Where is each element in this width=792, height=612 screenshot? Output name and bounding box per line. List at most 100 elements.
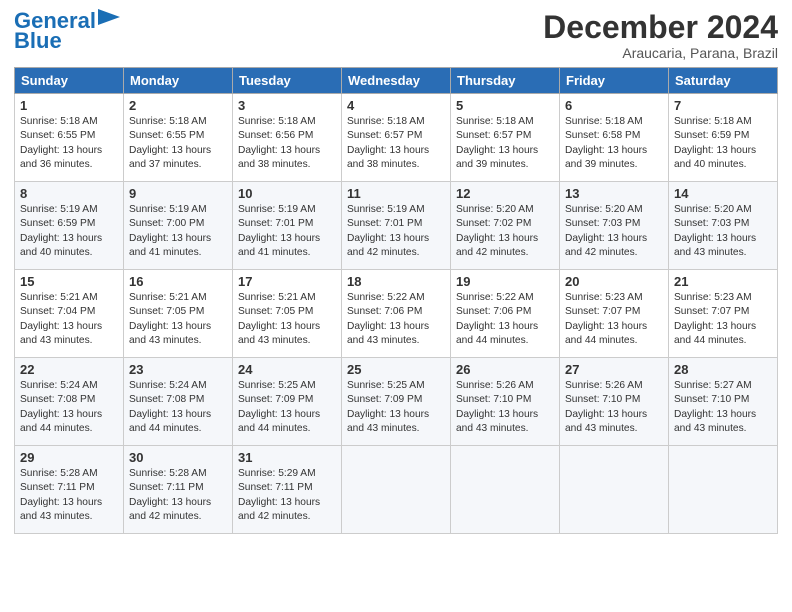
cell-info: Sunrise: 5:19 AM Sunset: 7:01 PM Dayligh… [347, 203, 445, 260]
day-number: 12 [456, 186, 554, 201]
cell-info: Sunrise: 5:18 AM Sunset: 6:56 PM Dayligh… [238, 115, 336, 172]
day-number: 28 [674, 362, 772, 377]
cell-info: Sunrise: 5:28 AM Sunset: 7:11 PM Dayligh… [20, 467, 118, 524]
table-row: 13 Sunrise: 5:20 AM Sunset: 7:03 PM Dayli… [560, 182, 669, 270]
cell-info: Sunrise: 5:25 AM Sunset: 7:09 PM Dayligh… [347, 379, 445, 436]
location: Araucaria, Parana, Brazil [543, 45, 778, 61]
cell-info: Sunrise: 5:19 AM Sunset: 7:01 PM Dayligh… [238, 203, 336, 260]
day-number: 23 [129, 362, 227, 377]
col-monday: Monday [124, 68, 233, 94]
cell-info: Sunrise: 5:18 AM Sunset: 6:58 PM Dayligh… [565, 115, 663, 172]
month-title: December 2024 [543, 10, 778, 45]
table-row: 8 Sunrise: 5:19 AM Sunset: 6:59 PM Daylig… [15, 182, 124, 270]
cell-info: Sunrise: 5:19 AM Sunset: 6:59 PM Dayligh… [20, 203, 118, 260]
table-row: 24Sunrise: 5:25 AM Sunset: 7:09 PM Dayli… [233, 358, 342, 446]
calendar-header-row: Sunday Monday Tuesday Wednesday Thursday… [15, 68, 778, 94]
table-row: 23Sunrise: 5:24 AM Sunset: 7:08 PM Dayli… [124, 358, 233, 446]
page-container: General Blue December 2024 Araucaria, Pa… [0, 0, 792, 544]
table-row: 1 Sunrise: 5:18 AM Sunset: 6:55 PM Daylig… [15, 94, 124, 182]
table-row: 6 Sunrise: 5:18 AM Sunset: 6:58 PM Daylig… [560, 94, 669, 182]
day-number: 4 [347, 98, 445, 113]
table-row [669, 446, 778, 534]
table-row: 14 Sunrise: 5:20 AM Sunset: 7:03 PM Dayli… [669, 182, 778, 270]
day-number: 13 [565, 186, 663, 201]
table-row: 18 Sunrise: 5:22 AM Sunset: 7:06 PM Dayli… [342, 270, 451, 358]
table-row: 17 Sunrise: 5:21 AM Sunset: 7:05 PM Dayli… [233, 270, 342, 358]
cell-info: Sunrise: 5:18 AM Sunset: 6:57 PM Dayligh… [347, 115, 445, 172]
day-number: 1 [20, 98, 118, 113]
col-sunday: Sunday [15, 68, 124, 94]
cell-info: Sunrise: 5:20 AM Sunset: 7:02 PM Dayligh… [456, 203, 554, 260]
day-number: 27 [565, 362, 663, 377]
day-number: 11 [347, 186, 445, 201]
logo: General Blue [14, 10, 120, 54]
day-number: 5 [456, 98, 554, 113]
day-number: 6 [565, 98, 663, 113]
day-number: 2 [129, 98, 227, 113]
table-row: 19Sunrise: 5:22 AM Sunset: 7:06 PM Dayli… [451, 270, 560, 358]
day-number: 30 [129, 450, 227, 465]
cell-info: Sunrise: 5:23 AM Sunset: 7:07 PM Dayligh… [674, 291, 772, 348]
table-row: 10 Sunrise: 5:19 AM Sunset: 7:01 PM Dayli… [233, 182, 342, 270]
day-number: 14 [674, 186, 772, 201]
day-number: 3 [238, 98, 336, 113]
cell-info: Sunrise: 5:22 AM Sunset: 7:06 PM Dayligh… [347, 291, 445, 348]
day-number: 20 [565, 274, 663, 289]
cell-info: Sunrise: 5:20 AM Sunset: 7:03 PM Dayligh… [565, 203, 663, 260]
cell-info: Sunrise: 5:18 AM Sunset: 6:55 PM Dayligh… [20, 115, 118, 172]
day-number: 17 [238, 274, 336, 289]
table-row [342, 446, 451, 534]
table-row: 15 Sunrise: 5:21 AM Sunset: 7:04 PM Dayli… [15, 270, 124, 358]
table-row: 28 Sunrise: 5:27 AM Sunset: 7:10 PM Dayli… [669, 358, 778, 446]
table-row: 22Sunrise: 5:24 AM Sunset: 7:08 PM Dayli… [15, 358, 124, 446]
table-row: 9 Sunrise: 5:19 AM Sunset: 7:00 PM Daylig… [124, 182, 233, 270]
day-number: 31 [238, 450, 336, 465]
day-number: 8 [20, 186, 118, 201]
table-row: 4 Sunrise: 5:18 AM Sunset: 6:57 PM Daylig… [342, 94, 451, 182]
table-row: 26Sunrise: 5:26 AM Sunset: 7:10 PM Dayli… [451, 358, 560, 446]
header: General Blue December 2024 Araucaria, Pa… [14, 10, 778, 61]
day-number: 19 [456, 274, 554, 289]
calendar-table: Sunday Monday Tuesday Wednesday Thursday… [14, 67, 778, 534]
table-row: 16 Sunrise: 5:21 AM Sunset: 7:05 PM Dayli… [124, 270, 233, 358]
day-number: 29 [20, 450, 118, 465]
table-row: 25 Sunrise: 5:25 AM Sunset: 7:09 PM Dayli… [342, 358, 451, 446]
col-thursday: Thursday [451, 68, 560, 94]
cell-info: Sunrise: 5:29 AM Sunset: 7:11 PM Dayligh… [238, 467, 336, 524]
logo-arrow-icon [98, 9, 120, 25]
day-number: 21 [674, 274, 772, 289]
calendar-body: 1 Sunrise: 5:18 AM Sunset: 6:55 PM Daylig… [15, 94, 778, 534]
cell-info: Sunrise: 5:18 AM Sunset: 6:55 PM Dayligh… [129, 115, 227, 172]
day-number: 18 [347, 274, 445, 289]
table-row [451, 446, 560, 534]
cell-info: Sunrise: 5:28 AM Sunset: 7:11 PM Dayligh… [129, 467, 227, 524]
table-row [560, 446, 669, 534]
day-number: 22 [20, 362, 118, 377]
cell-info: Sunrise: 5:18 AM Sunset: 6:59 PM Dayligh… [674, 115, 772, 172]
table-row: 29 Sunrise: 5:28 AM Sunset: 7:11 PM Dayli… [15, 446, 124, 534]
cell-info: Sunrise: 5:19 AM Sunset: 7:00 PM Dayligh… [129, 203, 227, 260]
logo-blue-label: Blue [14, 28, 62, 54]
table-row: 21 Sunrise: 5:23 AM Sunset: 7:07 PM Dayli… [669, 270, 778, 358]
day-number: 25 [347, 362, 445, 377]
table-row: 20Sunrise: 5:23 AM Sunset: 7:07 PM Dayli… [560, 270, 669, 358]
day-number: 9 [129, 186, 227, 201]
title-block: December 2024 Araucaria, Parana, Brazil [543, 10, 778, 61]
table-row: 31 Sunrise: 5:29 AM Sunset: 7:11 PM Dayli… [233, 446, 342, 534]
day-number: 15 [20, 274, 118, 289]
table-row: 12 Sunrise: 5:20 AM Sunset: 7:02 PM Dayli… [451, 182, 560, 270]
cell-info: Sunrise: 5:21 AM Sunset: 7:05 PM Dayligh… [129, 291, 227, 348]
cell-info: Sunrise: 5:20 AM Sunset: 7:03 PM Dayligh… [674, 203, 772, 260]
cell-info: Sunrise: 5:21 AM Sunset: 7:04 PM Dayligh… [20, 291, 118, 348]
col-tuesday: Tuesday [233, 68, 342, 94]
day-number: 10 [238, 186, 336, 201]
day-number: 26 [456, 362, 554, 377]
col-wednesday: Wednesday [342, 68, 451, 94]
day-number: 7 [674, 98, 772, 113]
cell-info: Sunrise: 5:21 AM Sunset: 7:05 PM Dayligh… [238, 291, 336, 348]
cell-info: Sunrise: 5:26 AM Sunset: 7:10 PM Dayligh… [565, 379, 663, 436]
day-number: 16 [129, 274, 227, 289]
cell-info: Sunrise: 5:27 AM Sunset: 7:10 PM Dayligh… [674, 379, 772, 436]
table-row: 7 Sunrise: 5:18 AM Sunset: 6:59 PM Daylig… [669, 94, 778, 182]
col-friday: Friday [560, 68, 669, 94]
